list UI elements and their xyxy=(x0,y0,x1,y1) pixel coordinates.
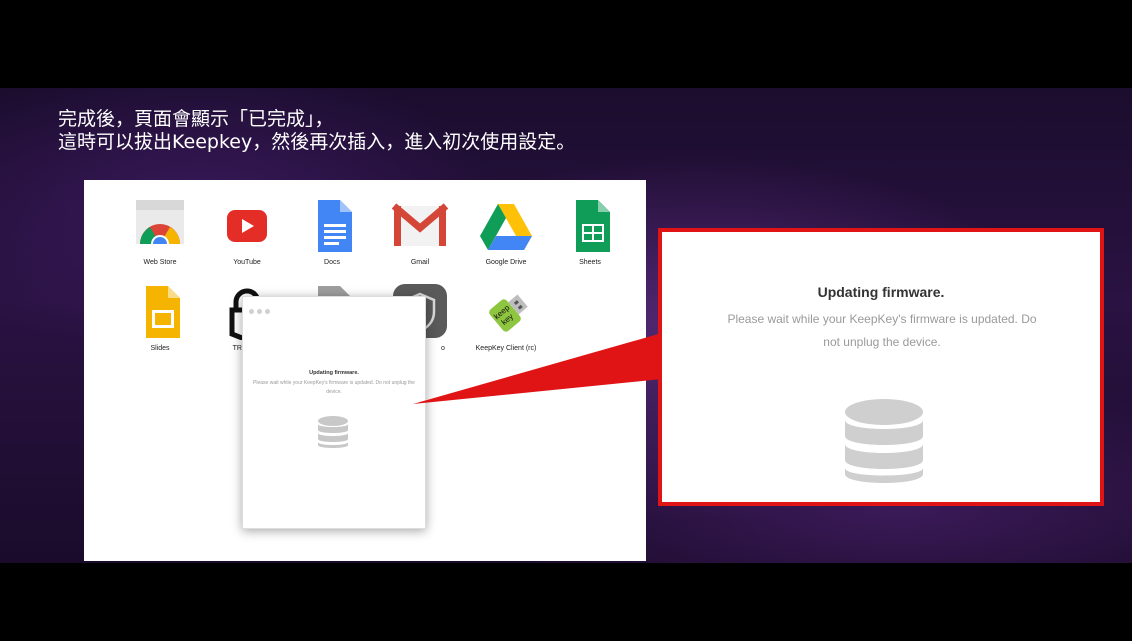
app-label: Sheets xyxy=(579,259,601,266)
app-label: KeepKey Client (rc) xyxy=(475,345,537,352)
app-label: Docs xyxy=(324,259,340,266)
firmware-update-dialog-zoomed: Updating firmware. Please wait while you… xyxy=(658,228,1104,506)
google-docs-icon xyxy=(304,198,360,254)
database-icon xyxy=(317,415,349,454)
letterbox-top xyxy=(0,0,1132,88)
app-gmail[interactable]: Gmail xyxy=(377,198,463,266)
dialog-title: Updating firmware. xyxy=(309,370,359,376)
app-docs[interactable]: Docs xyxy=(289,198,375,266)
app-sheets[interactable]: Sheets xyxy=(547,198,633,266)
chrome-web-store-icon xyxy=(132,198,188,264)
window-controls[interactable] xyxy=(249,301,273,319)
google-sheets-icon xyxy=(562,198,618,254)
app-label: YouTube xyxy=(233,259,261,266)
dialog-title: Updating firmware. xyxy=(817,284,945,300)
app-slides[interactable]: Slides xyxy=(117,284,203,352)
app-keepkey-client[interactable]: keep key KeepKey Client (rc) xyxy=(463,284,549,352)
chrome-app-launcher: Web Store YouTube Docs Gmail Google Driv… xyxy=(84,180,646,561)
dialog-message-line-1: Please wait while your KeepKey's firmwar… xyxy=(727,312,1037,326)
google-slides-icon xyxy=(132,284,188,340)
app-google-drive[interactable]: Google Drive xyxy=(463,198,549,266)
app-label: Gmail xyxy=(410,259,430,266)
app-label: Web Store xyxy=(143,259,177,266)
youtube-icon xyxy=(219,198,275,254)
google-drive-icon xyxy=(478,198,534,254)
app-label: Google Drive xyxy=(485,259,527,266)
database-icon xyxy=(844,398,924,491)
caption-line-2: 這時可以拔出Keepkey，然後再次插入，進入初次使用設定。 xyxy=(58,131,576,153)
caption-line-1: 完成後，頁面會顯示「已完成」， xyxy=(58,108,334,130)
keepkey-icon: keep key xyxy=(478,284,534,340)
gmail-icon xyxy=(391,198,449,254)
dialog-message: Please wait while your KeepKey's firmwar… xyxy=(253,380,415,395)
app-label: Slides xyxy=(150,345,170,352)
dialog-message-line-2: not unplug the device. xyxy=(823,335,941,349)
app-youtube[interactable]: YouTube xyxy=(204,198,290,266)
firmware-update-dialog-small: Updating firmware. Please wait while you… xyxy=(242,296,426,529)
letterbox-bottom xyxy=(0,563,1132,641)
dialog-message: Please wait while your KeepKey's firmwar… xyxy=(680,308,1084,354)
app-web-store[interactable]: Web Store xyxy=(117,198,203,266)
caption-text: 完成後，頁面會顯示「已完成」， 這時可以拔出Keepkey，然後再次插入，進入初… xyxy=(58,108,575,154)
